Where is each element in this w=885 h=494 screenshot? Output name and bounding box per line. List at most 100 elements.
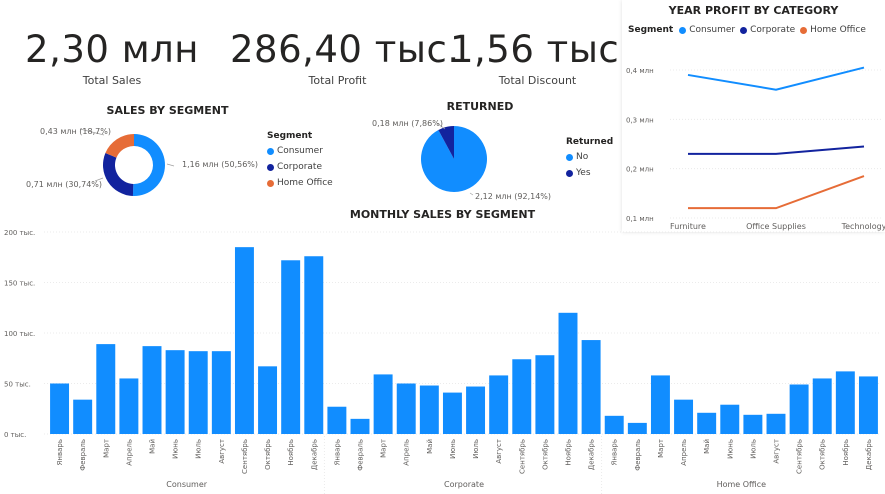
- month-tick-label: Сентябрь: [241, 439, 249, 474]
- month-tick-label: Декабрь: [865, 439, 873, 470]
- bar-corporate-5[interactable]: [419, 385, 439, 434]
- legend-item-yes[interactable]: Yes: [566, 168, 613, 178]
- y-tick-label: 0,4 млн: [626, 67, 654, 75]
- bar-home-office-6[interactable]: [720, 404, 740, 434]
- bar-consumer-7[interactable]: [188, 351, 208, 434]
- bar-consumer-9[interactable]: [234, 247, 254, 434]
- month-tick-label: Январь: [333, 439, 341, 465]
- bar-home-office-1[interactable]: [604, 415, 624, 434]
- slice-home-office[interactable]: [105, 134, 134, 158]
- kpi-label: Total Profit: [308, 74, 367, 87]
- bar-consumer-10[interactable]: [258, 366, 278, 434]
- sales-by-segment-chart: 0,43 млн (18,7%) 1,16 млн (50,56%) 0,71 …: [26, 127, 258, 196]
- bar-home-office-5[interactable]: [697, 412, 717, 434]
- bar-home-office-12[interactable]: [858, 376, 878, 434]
- bar-corporate-2[interactable]: [350, 418, 370, 434]
- kpi-value: 1,56 тыс.: [450, 28, 632, 71]
- bar-home-office-11[interactable]: [835, 371, 855, 434]
- legend-item-no[interactable]: No: [566, 152, 613, 162]
- month-tick-label: Август: [495, 439, 503, 464]
- group-label-consumer: Consumer: [166, 480, 208, 489]
- y-tick-label: 0 тыс.: [4, 431, 26, 439]
- bar-home-office-7[interactable]: [743, 414, 763, 434]
- bar-home-office-2[interactable]: [627, 422, 647, 434]
- month-tick-label: Февраль: [634, 439, 642, 471]
- series-line-consumer[interactable]: [687, 66, 865, 91]
- donut-label-home-office: 0,43 млн (18,7%): [40, 127, 111, 136]
- pie-label-yes: 0,18 млн (7,86%): [372, 119, 443, 128]
- y-tick-label: 150 тыс.: [4, 280, 35, 288]
- donut-label-consumer: 1,16 млн (50,56%): [182, 160, 258, 169]
- month-tick-label: Август: [773, 439, 781, 464]
- bar-consumer-2[interactable]: [73, 399, 93, 434]
- kpi-total-discount: 1,56 тыс. Total Discount: [450, 28, 632, 87]
- legend-item-corporate[interactable]: Corporate: [267, 162, 333, 172]
- bar-home-office-9[interactable]: [789, 384, 809, 434]
- bar-corporate-7[interactable]: [466, 386, 486, 434]
- bar-consumer-11[interactable]: [281, 260, 301, 434]
- bar-corporate-3[interactable]: [373, 374, 393, 434]
- slice-consumer[interactable]: [132, 134, 166, 196]
- monthly-sales-bar-chart: 0 тыс. 50 тыс. 100 тыс. 150 тыс. 200 тыс. Янв…: [4, 229, 880, 494]
- bar-consumer-12[interactable]: [304, 256, 324, 434]
- y-tick-label: 100 тыс.: [4, 330, 35, 338]
- bar-home-office-3[interactable]: [650, 375, 670, 434]
- bar-corporate-12[interactable]: [581, 340, 601, 434]
- bar-consumer-3[interactable]: [96, 344, 116, 434]
- month-tick-label: Ноябрь: [287, 439, 295, 466]
- month-tick-label: Февраль: [357, 439, 365, 471]
- group-label-home-office: Home Office: [717, 480, 767, 489]
- legend-item-home-office[interactable]: Home Office: [267, 178, 333, 188]
- month-tick-label: Февраль: [79, 439, 87, 471]
- month-tick-label: Июль: [749, 439, 757, 459]
- donut-label-corporate: 0,71 млн (30,74%): [26, 180, 102, 189]
- consumer-dot-icon: [267, 147, 274, 155]
- bar-corporate-10[interactable]: [535, 355, 555, 434]
- bar-consumer-5[interactable]: [142, 346, 162, 434]
- month-tick-label: Март: [102, 439, 110, 458]
- bar-consumer-6[interactable]: [165, 350, 185, 434]
- bar-home-office-4[interactable]: [674, 399, 694, 434]
- series-line-corporate[interactable]: [688, 145, 865, 155]
- bar-corporate-6[interactable]: [442, 392, 462, 434]
- legend-title: Segment: [267, 131, 313, 141]
- month-tick-label: Декабрь: [588, 439, 596, 470]
- series-line-home-office[interactable]: [688, 175, 865, 210]
- no-dot-icon: [566, 153, 573, 161]
- month-tick-label: Май: [426, 439, 434, 454]
- bar-home-office-10[interactable]: [812, 378, 832, 434]
- slice-corporate[interactable]: [102, 153, 134, 196]
- month-tick-label: Январь: [56, 439, 64, 465]
- month-tick-label: Ноябрь: [565, 439, 573, 466]
- month-tick-label: Июль: [472, 439, 480, 459]
- bar-corporate-1[interactable]: [327, 406, 347, 434]
- bar-home-office-8[interactable]: [766, 413, 786, 434]
- kpi-total-profit: 286,40 тыс. Total Profit: [230, 28, 460, 87]
- monthly-sales-title: MONTHLY SALES BY SEGMENT: [349, 208, 536, 221]
- month-tick-label: Ноябрь: [842, 439, 850, 466]
- kpi-label: Total Discount: [498, 74, 577, 87]
- month-tick-label: Май: [703, 439, 711, 454]
- month-tick-label: Май: [149, 439, 157, 454]
- month-tick-label: Октябрь: [819, 439, 827, 470]
- month-tick-label: Апрель: [403, 439, 411, 466]
- home-office-dot-icon: [267, 179, 274, 187]
- month-tick-label: Январь: [611, 439, 619, 465]
- bar-consumer-8[interactable]: [211, 351, 231, 434]
- bar-consumer-4[interactable]: [119, 378, 139, 434]
- kpi-value: 286,40 тыс.: [230, 28, 460, 71]
- corporate-dot-icon: [267, 163, 274, 171]
- month-tick-label: Июнь: [172, 439, 180, 459]
- legend-title: Returned: [566, 137, 614, 147]
- y-tick-label: 200 тыс.: [4, 229, 35, 237]
- bar-corporate-8[interactable]: [489, 375, 509, 434]
- month-tick-label: Июнь: [726, 439, 734, 459]
- sales-segment-legend: Segment Consumer Corporate Home Office: [267, 131, 333, 194]
- month-tick-label: Декабрь: [310, 439, 318, 470]
- bar-corporate-4[interactable]: [396, 383, 416, 435]
- bar-corporate-11[interactable]: [558, 312, 578, 434]
- legend-item-consumer[interactable]: Consumer: [267, 146, 333, 156]
- month-tick-label: Сентябрь: [796, 439, 804, 474]
- bar-corporate-9[interactable]: [512, 359, 532, 434]
- bar-consumer-1[interactable]: [50, 383, 70, 435]
